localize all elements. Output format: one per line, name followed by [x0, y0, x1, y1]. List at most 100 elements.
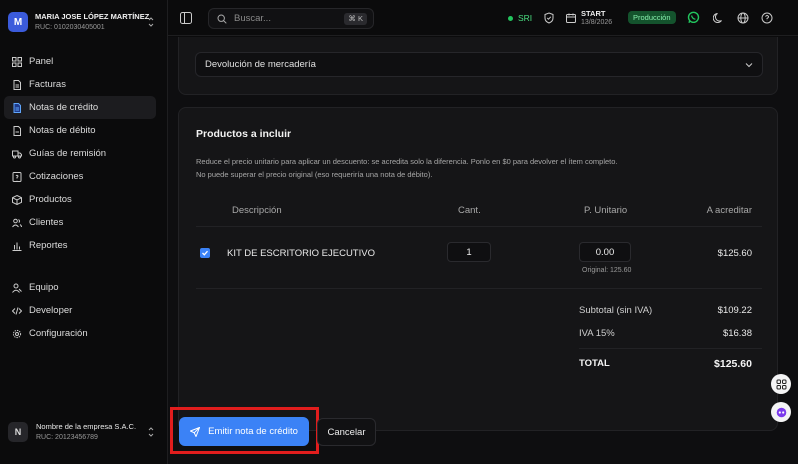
credit-note-icon: [13, 102, 21, 113]
search-placeholder: Buscar...: [234, 13, 271, 24]
bar-chart-icon: [12, 242, 22, 251]
column-header-quantity: Cant.: [458, 205, 481, 216]
company-name: Nombre de la empresa S.A.C.: [36, 422, 137, 431]
apps-float-button[interactable]: [771, 374, 791, 394]
grid-icon: [776, 379, 786, 389]
check-icon: [202, 250, 208, 256]
sidebar-item-label: Notas de débito: [29, 125, 96, 136]
globe-icon[interactable]: [737, 12, 749, 24]
products-title: Productos a incluir: [196, 128, 292, 140]
truck-icon: [12, 150, 22, 158]
sidebar-item-label: Cotizaciones: [29, 171, 84, 182]
plan-info[interactable]: START 13/8/2026: [566, 9, 612, 27]
account-name: MARIA JOSE LÓPEZ MARTÍNEZ: [35, 12, 150, 21]
row-description: KIT DE ESCRITORIO EJECUTIVO: [227, 248, 375, 259]
emit-credit-note-button[interactable]: Emitir nota de crédito: [179, 417, 309, 446]
column-header-unit-price: P. Unitario: [584, 205, 628, 216]
code-icon: [12, 306, 22, 315]
topbar: Buscar... ⌘ K SRI START 13/8/2026 Produc…: [168, 0, 798, 36]
chevron-down-icon: [745, 63, 753, 68]
column-header-description: Descripción: [232, 205, 282, 216]
team-icon: [12, 283, 22, 293]
sidebar-item-productos[interactable]: Productos: [4, 188, 156, 211]
whatsapp-icon[interactable]: [687, 11, 700, 24]
total-label: TOTAL: [579, 358, 610, 369]
assistant-float-button[interactable]: [771, 402, 791, 422]
sidebar-item-cotizaciones[interactable]: Cotizaciones: [4, 165, 156, 188]
sidebar-item-label: Guías de remisión: [29, 148, 107, 159]
sidebar-item-label: Clientes: [29, 217, 64, 228]
sidebar-item-guias[interactable]: Guías de remisión: [4, 142, 156, 165]
sidebar-item-developer[interactable]: Developer: [4, 299, 156, 322]
chevron-updown-icon: [148, 17, 154, 27]
box-icon: [12, 194, 22, 205]
sri-label: SRI: [518, 13, 533, 23]
company-avatar: N: [8, 422, 28, 442]
sidebar-item-label: Developer: [29, 305, 73, 316]
calendar-icon: [566, 13, 576, 23]
search-input[interactable]: Buscar... ⌘ K: [208, 8, 374, 29]
search-shortcut: ⌘ K: [344, 13, 367, 25]
help-icon[interactable]: [761, 12, 773, 24]
row-credit: $125.60: [717, 248, 752, 259]
sidebar-item-label: Notas de crédito: [29, 102, 99, 113]
sidebar-item-configuracion[interactable]: Configuración: [4, 322, 156, 345]
account-switcher[interactable]: M MARIA JOSE LÓPEZ MARTÍNEZ RUC: 0102030…: [8, 9, 160, 35]
main-content: Devolución de mercadería Productos a inc…: [168, 37, 798, 464]
account-avatar: M: [8, 12, 28, 32]
debit-note-icon: [13, 125, 21, 136]
reason-value: Devolución de mercadería: [205, 59, 316, 70]
help-line-2: No puede superar el precio original (eso…: [196, 170, 433, 179]
subtotal-label: Subtotal (sin IVA): [579, 305, 653, 316]
bot-icon: [776, 407, 786, 417]
original-price: Original: 125.60: [582, 267, 632, 274]
sidebar-item-panel[interactable]: Panel: [4, 50, 156, 73]
sidebar-item-label: Productos: [29, 194, 72, 205]
sidebar-item-label: Panel: [29, 56, 54, 67]
column-header-credit: A acreditar: [706, 205, 752, 216]
users-icon: [12, 218, 22, 227]
table-divider: [196, 288, 762, 289]
quantity-input[interactable]: 1: [447, 242, 491, 262]
send-icon: [190, 426, 201, 437]
sidebar-item-notas-credito[interactable]: Notas de crédito: [4, 96, 156, 119]
moon-icon[interactable]: [713, 12, 725, 24]
sri-status[interactable]: SRI: [508, 13, 532, 23]
sidebar-item-equipo[interactable]: Equipo: [4, 276, 156, 299]
sidebar-item-clientes[interactable]: Clientes: [4, 211, 156, 234]
quote-icon: [12, 171, 22, 182]
iva-label: IVA 15%: [579, 328, 615, 339]
sidebar-item-reportes[interactable]: Reportes: [4, 234, 156, 257]
subtotal-value: $109.22: [717, 305, 752, 316]
row-checkbox[interactable]: [200, 248, 210, 258]
account-ruc: RUC: 0102030405001: [35, 24, 105, 31]
company-ruc: RUC: 20123456789: [36, 434, 98, 441]
environment-badge[interactable]: Producción: [628, 11, 676, 24]
unit-price-input[interactable]: 0.00: [579, 242, 631, 262]
sidebar-item-facturas[interactable]: Facturas: [4, 73, 156, 96]
plan-name: START: [581, 9, 606, 18]
nav-divider-space: [4, 257, 156, 276]
reason-select[interactable]: Devolución de mercadería: [195, 52, 763, 77]
products-card: Productos a incluir Reduce el precio uni…: [178, 107, 778, 431]
sidebar: M MARIA JOSE LÓPEZ MARTÍNEZ RUC: 0102030…: [0, 0, 168, 464]
chevron-updown-icon: [148, 427, 154, 437]
sidebar-item-label: Reportes: [29, 240, 68, 251]
gear-icon: [12, 329, 22, 338]
sidebar-item-label: Configuración: [29, 328, 88, 339]
total-value: $125.60: [714, 358, 752, 370]
sidebar-item-label: Facturas: [29, 79, 66, 90]
grid-icon: [12, 56, 22, 67]
status-dot: [508, 15, 513, 21]
iva-value: $16.38: [722, 328, 752, 339]
sidebar-item-notas-debito[interactable]: Notas de débito: [4, 119, 156, 142]
sidebar-nav: Panel Facturas Notas de crédito Notas de…: [4, 50, 156, 345]
plan-date: 13/8/2026: [581, 19, 613, 26]
shield-icon[interactable]: [543, 12, 555, 24]
sidebar-toggle-icon[interactable]: [180, 12, 192, 24]
company-switcher[interactable]: N Nombre de la empresa S.A.C. RUC: 20123…: [8, 418, 160, 446]
reason-card: Devolución de mercadería: [178, 37, 778, 95]
cancel-button[interactable]: Cancelar: [317, 418, 376, 446]
products-help: Reduce el precio unitario para aplicar u…: [196, 155, 756, 181]
emit-button-label: Emitir nota de crédito: [208, 426, 298, 437]
